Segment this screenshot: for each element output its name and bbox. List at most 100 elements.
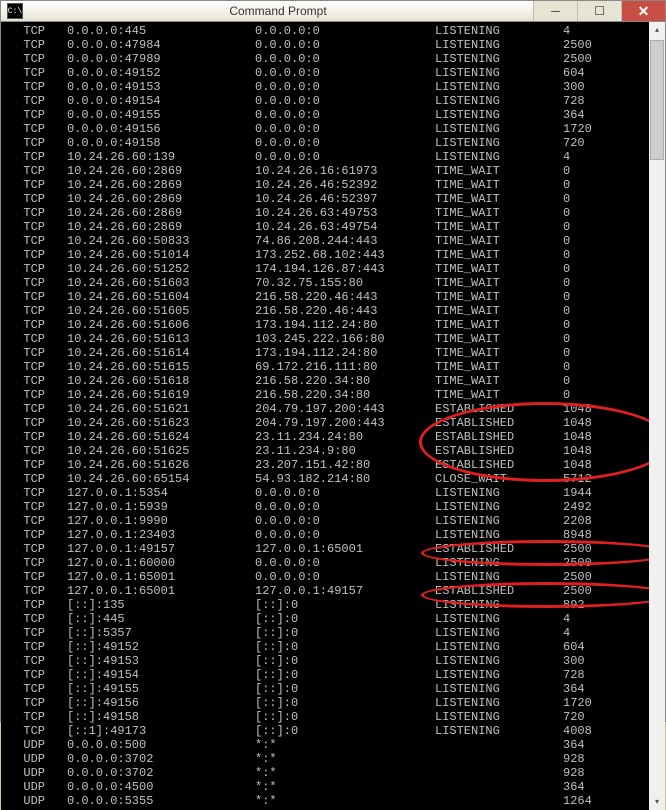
col-proto: TCP — [9, 500, 67, 514]
col-remote: 216.58.220.46:443 — [255, 304, 435, 318]
col-proto: TCP — [9, 262, 67, 276]
col-local: 0.0.0.0:49155 — [67, 108, 255, 122]
col-remote: 216.58.220.34:80 — [255, 374, 435, 388]
col-pid: 2500 — [563, 570, 592, 584]
col-proto: TCP — [9, 150, 67, 164]
col-proto: TCP — [9, 206, 67, 220]
col-remote: 10.24.26.63:49753 — [255, 206, 435, 220]
col-remote: 216.58.220.46:443 — [255, 290, 435, 304]
col-local: 10.24.26.60:2869 — [67, 192, 255, 206]
col-proto: TCP — [9, 654, 67, 668]
col-pid: 2492 — [563, 500, 592, 514]
col-local: 10.24.26.60:51624 — [67, 430, 255, 444]
col-pid: 364 — [563, 682, 585, 696]
netstat-row: TCP127.0.0.1:234030.0.0.0:0LISTENING8948 — [9, 528, 645, 542]
netstat-row: TCP10.24.26.60:286910.24.26.16:61973TIME… — [9, 164, 645, 178]
col-pid: 0 — [563, 262, 570, 276]
col-remote: [::]:0 — [255, 696, 435, 710]
col-proto: TCP — [9, 94, 67, 108]
col-local: [::]:49152 — [67, 640, 255, 654]
col-proto: TCP — [9, 724, 67, 738]
col-pid: 728 — [563, 94, 585, 108]
col-pid: 300 — [563, 654, 585, 668]
col-remote: 0.0.0.0:0 — [255, 500, 435, 514]
col-proto: TCP — [9, 66, 67, 80]
netstat-row: UDP0.0.0.0:3702*:*928 — [9, 752, 645, 766]
scroll-up-button[interactable]: ▴ — [649, 22, 665, 38]
col-proto: TCP — [9, 346, 67, 360]
col-proto: TCP — [9, 570, 67, 584]
col-proto: TCP — [9, 402, 67, 416]
netstat-row: TCP127.0.0.1:59390.0.0.0:0LISTENING2492 — [9, 500, 645, 514]
terminal-output[interactable]: TCP0.0.0.0:4450.0.0.0:0LISTENING4 TCP0.0… — [1, 22, 649, 810]
col-local: 127.0.0.1:60000 — [67, 556, 255, 570]
netstat-row: TCP10.24.26.60:51252174.194.126.87:443TI… — [9, 262, 645, 276]
col-remote: 204.79.197.200:443 — [255, 402, 435, 416]
minimize-button[interactable]: ─ — [533, 1, 577, 21]
col-state — [435, 766, 563, 780]
netstat-row: TCP127.0.0.1:53540.0.0.0:0LISTENING1944 — [9, 486, 645, 500]
col-state: LISTENING — [435, 654, 563, 668]
netstat-row: TCP10.24.26.60:5161569.172.216.111:80TIM… — [9, 360, 645, 374]
col-pid: 728 — [563, 668, 585, 682]
netstat-row: UDP0.0.0.0:4500*:*364 — [9, 780, 645, 794]
col-proto: TCP — [9, 332, 67, 346]
col-proto: TCP — [9, 430, 67, 444]
col-remote: 0.0.0.0:0 — [255, 136, 435, 150]
col-state: LISTENING — [435, 682, 563, 696]
col-state: TIME_WAIT — [435, 346, 563, 360]
col-state: LISTENING — [435, 626, 563, 640]
col-local: [::1]:49173 — [67, 724, 255, 738]
scroll-down-button[interactable]: ▾ — [649, 794, 665, 810]
col-proto: TCP — [9, 528, 67, 542]
col-remote: 0.0.0.0:0 — [255, 570, 435, 584]
col-state: LISTENING — [435, 136, 563, 150]
col-state: ESTABLISHED — [435, 458, 563, 472]
col-pid: 1048 — [563, 458, 592, 472]
col-pid: 0 — [563, 388, 570, 402]
col-state: TIME_WAIT — [435, 374, 563, 388]
col-pid: 1048 — [563, 416, 592, 430]
netstat-row: TCP0.0.0.0:491560.0.0.0:0LISTENING1720 — [9, 122, 645, 136]
col-proto: TCP — [9, 542, 67, 556]
col-local: 0.0.0.0:47984 — [67, 38, 255, 52]
col-remote: 69.172.216.111:80 — [255, 360, 435, 374]
netstat-row: UDP0.0.0.0:5355*:*1264 — [9, 794, 645, 808]
col-proto: UDP — [9, 752, 67, 766]
cmd-icon: C:\ — [7, 3, 23, 19]
scroll-thumb[interactable] — [650, 40, 664, 160]
col-local: 10.24.26.60:139 — [67, 150, 255, 164]
col-state: TIME_WAIT — [435, 178, 563, 192]
col-remote: 74.86.208.244:443 — [255, 234, 435, 248]
col-remote: [::]:0 — [255, 682, 435, 696]
col-pid: 0 — [563, 304, 570, 318]
col-pid: 1264 — [563, 794, 592, 808]
col-local: 10.24.26.60:51626 — [67, 458, 255, 472]
titlebar[interactable]: C:\ Command Prompt ─ ☐ ✕ — [1, 1, 665, 22]
col-local: 10.24.26.60:51615 — [67, 360, 255, 374]
col-proto: UDP — [9, 766, 67, 780]
window-title: Command Prompt — [23, 4, 533, 18]
col-local: 127.0.0.1:65001 — [67, 584, 255, 598]
col-state: LISTENING — [435, 724, 563, 738]
maximize-button[interactable]: ☐ — [577, 1, 621, 21]
col-local: 10.24.26.60:51604 — [67, 290, 255, 304]
col-remote: 70.32.75.155:80 — [255, 276, 435, 290]
col-state: LISTENING — [435, 486, 563, 500]
col-local: 0.0.0.0:5355 — [67, 794, 255, 808]
col-state: LISTENING — [435, 94, 563, 108]
col-local: 10.24.26.60:2869 — [67, 206, 255, 220]
col-local: [::]:49155 — [67, 682, 255, 696]
col-local: 10.24.26.60:51605 — [67, 304, 255, 318]
col-state: TIME_WAIT — [435, 388, 563, 402]
col-remote: 0.0.0.0:0 — [255, 150, 435, 164]
vertical-scrollbar[interactable]: ▴ ▾ — [649, 22, 665, 810]
close-button[interactable]: ✕ — [621, 1, 665, 21]
col-remote: [::]:0 — [255, 654, 435, 668]
col-proto: UDP — [9, 794, 67, 808]
col-local: 0.0.0.0:47989 — [67, 52, 255, 66]
col-pid: 1720 — [563, 122, 592, 136]
col-pid: 0 — [563, 332, 570, 346]
netstat-row: TCP10.24.26.60:5160370.32.75.155:80TIME_… — [9, 276, 645, 290]
netstat-row: TCP0.0.0.0:479890.0.0.0:0LISTENING2500 — [9, 52, 645, 66]
